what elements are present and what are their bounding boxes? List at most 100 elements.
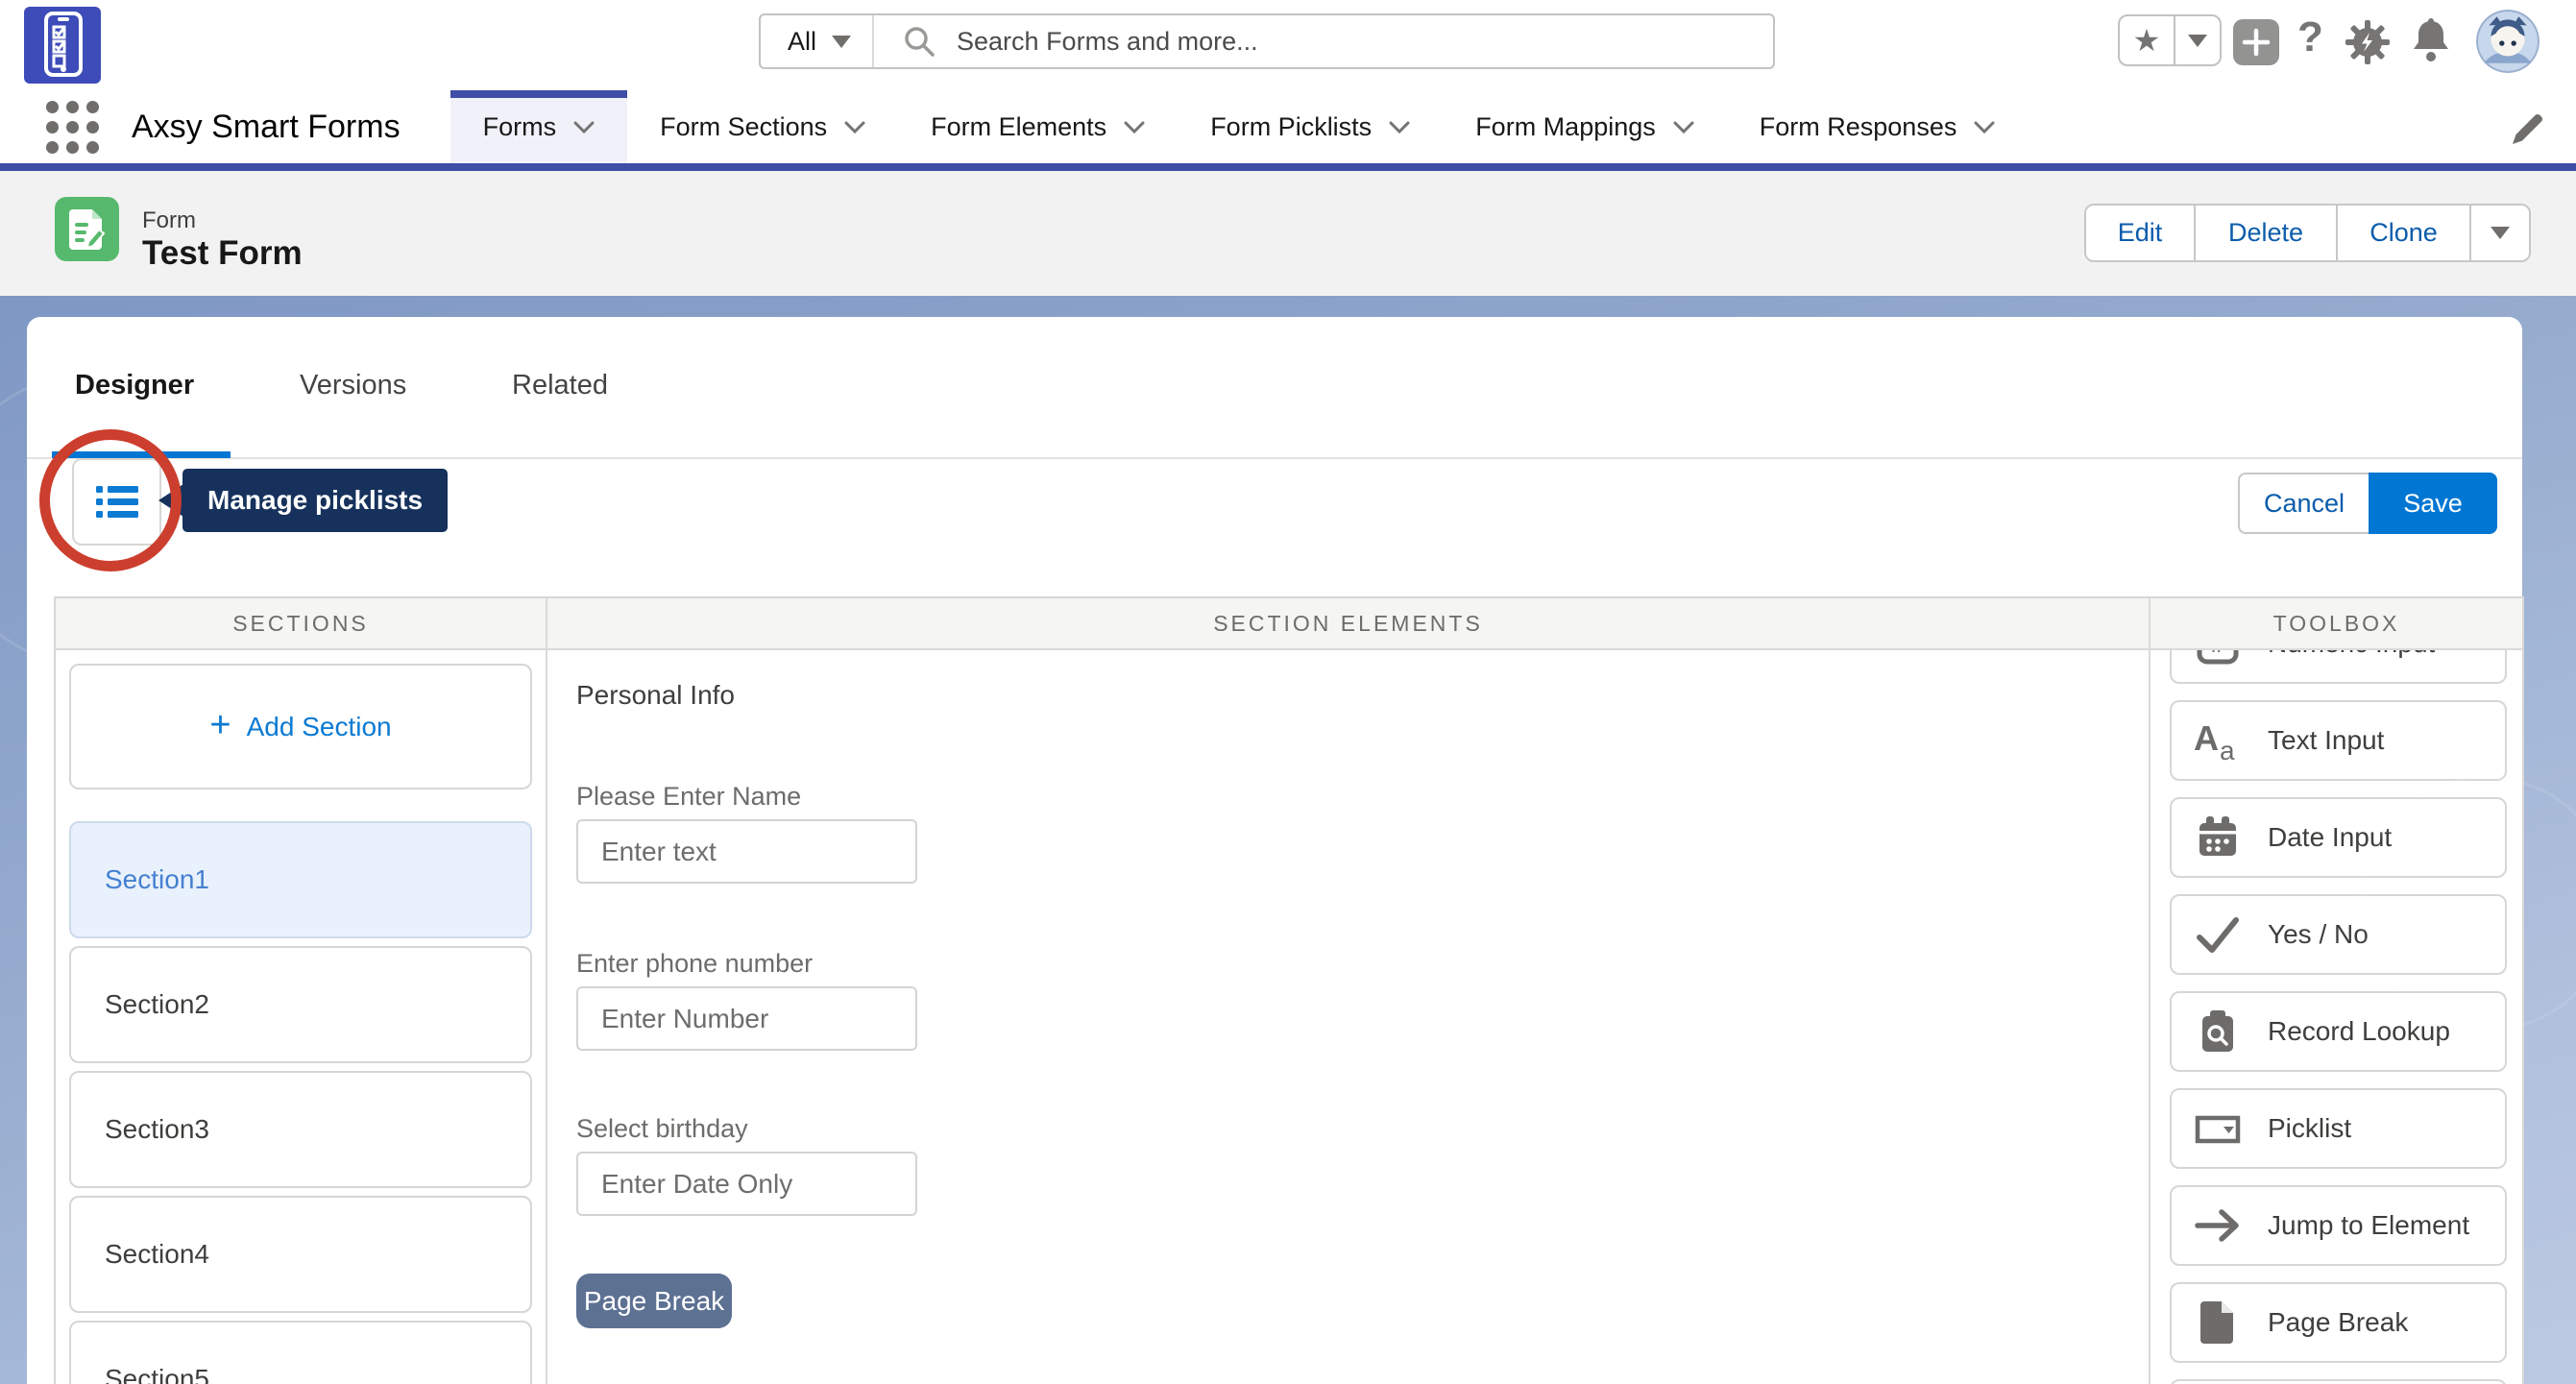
search-input[interactable] xyxy=(955,25,1773,58)
add-section-button[interactable]: + Add Section xyxy=(69,664,532,789)
toolbox-item-numeric-input[interactable]: # Numeric Input xyxy=(2170,650,2507,684)
toolbox-panel: # Numeric Input Aa Text Input xyxy=(2151,650,2522,1384)
toolbox-item-label: Text Input xyxy=(2268,725,2385,755)
chevron-down-icon[interactable] xyxy=(1389,121,1410,134)
nav-tab-label: Form Picklists xyxy=(1210,111,1373,141)
search-scope-dropdown[interactable]: All xyxy=(761,15,875,67)
app-name: Axsy Smart Forms xyxy=(132,108,401,145)
nav-tab-label: Form Elements xyxy=(931,111,1107,141)
save-button[interactable]: Save xyxy=(2369,473,2497,534)
toolbox-item-label: Jump to Element xyxy=(2268,1210,2470,1240)
scope-caret-icon xyxy=(832,35,852,48)
more-actions-caret-icon[interactable] xyxy=(2471,206,2529,260)
nav-tab-label: Forms xyxy=(482,111,557,141)
toolbox-item-picklist[interactable]: Picklist xyxy=(2170,1088,2507,1169)
toolbox-item-record-lookup[interactable]: Record Lookup xyxy=(2170,991,2507,1072)
toolbox-item-yes-no[interactable]: Yes / No xyxy=(2170,894,2507,975)
favorites-caret-icon[interactable] xyxy=(2175,16,2220,64)
chevron-down-icon[interactable] xyxy=(1974,121,1995,134)
toolbox-item-label: Record Lookup xyxy=(2268,1016,2450,1046)
section-item-2[interactable]: Section2 xyxy=(69,946,532,1063)
detail-tabstrip: Designer Versions Related xyxy=(27,317,2522,459)
sections-header: SECTIONS xyxy=(56,598,547,650)
record-lookup-icon xyxy=(2193,1007,2243,1056)
phone-number-input[interactable] xyxy=(576,986,917,1051)
add-section-label: Add Section xyxy=(246,711,392,741)
user-avatar[interactable] xyxy=(2476,10,2540,73)
nav-tab-form-picklists[interactable]: Form Picklists xyxy=(1178,90,1443,163)
nav-tab-forms[interactable]: Forms xyxy=(450,90,628,163)
section-elements-header: SECTION ELEMENTS xyxy=(547,598,2151,650)
numeric-input-icon: # xyxy=(2193,650,2243,668)
edit-nav-pencil-icon[interactable] xyxy=(2509,109,2547,148)
chevron-down-icon[interactable] xyxy=(573,121,595,134)
section-item-5[interactable]: Section5 xyxy=(69,1321,532,1384)
toolbox-item-page-break[interactable]: Page Break xyxy=(2170,1282,2507,1363)
section-title: Personal Info xyxy=(576,680,735,710)
nav-tab-form-responses[interactable]: Form Responses xyxy=(1727,90,2029,163)
page-background: Designer Versions Related Manage picklis… xyxy=(0,296,2576,1384)
record-header: Form Test Form Edit Delete Clone xyxy=(0,171,2576,296)
toolbox-item-partial[interactable] xyxy=(2170,1379,2507,1384)
screen: All ★ ? xyxy=(0,0,2576,1384)
section-item-4[interactable]: Section4 xyxy=(69,1196,532,1313)
cancel-button[interactable]: Cancel xyxy=(2238,473,2369,534)
manage-picklists-button[interactable] xyxy=(72,458,161,546)
toolbox-header: TOOLBOX xyxy=(2151,598,2522,650)
chevron-down-icon[interactable] xyxy=(1124,121,1145,134)
chevron-down-icon[interactable] xyxy=(844,121,865,134)
checkmark-icon xyxy=(2193,910,2243,959)
tab-designer[interactable]: Designer xyxy=(75,370,194,401)
favorites-group: ★ xyxy=(2118,14,2222,66)
edit-button[interactable]: Edit xyxy=(2086,206,2196,260)
toolbox-item-label: Picklist xyxy=(2268,1113,2352,1143)
toolbox-item-date-input[interactable]: Date Input xyxy=(2170,797,2507,878)
nav-tab-form-sections[interactable]: Form Sections xyxy=(627,90,898,163)
record-title: Test Form xyxy=(142,234,303,272)
nav-tab-label: Form Responses xyxy=(1759,111,1957,141)
svg-text:a: a xyxy=(2220,736,2235,764)
nav-tab-label: Form Mappings xyxy=(1475,111,1656,141)
help-icon[interactable]: ? xyxy=(2297,13,2323,61)
form-record-icon xyxy=(55,197,119,261)
app-nav-bar: Axsy Smart Forms Forms Form Sections For… xyxy=(0,90,2576,171)
search-scope-label: All xyxy=(788,26,817,56)
toolbox-item-label: Numeric Input xyxy=(2268,650,2435,659)
field-label: Please Enter Name xyxy=(576,782,802,811)
toolbox-item-label: Date Input xyxy=(2268,822,2393,852)
clone-button[interactable]: Clone xyxy=(2338,206,2471,260)
toolbox-item-label: Page Break xyxy=(2268,1307,2409,1337)
birthday-date-input[interactable] xyxy=(576,1152,917,1216)
nav-tab-form-elements[interactable]: Form Elements xyxy=(898,90,1178,163)
page-icon xyxy=(2193,1298,2243,1348)
svg-text:A: A xyxy=(2194,718,2219,758)
record-actions: Edit Delete Clone xyxy=(2084,204,2531,262)
section-elements-panel: Personal Info Please Enter Name Enter ph… xyxy=(547,650,2151,1384)
page-break-chip[interactable]: Page Break xyxy=(576,1274,732,1328)
name-text-input[interactable] xyxy=(576,819,917,884)
designer-table: SECTIONS SECTION ELEMENTS TOOLBOX + Add … xyxy=(54,596,2524,1384)
section-item-3[interactable]: Section3 xyxy=(69,1071,532,1188)
global-add-button[interactable] xyxy=(2233,19,2279,65)
active-tab-underline xyxy=(52,451,231,458)
record-entity-label: Form xyxy=(142,207,196,233)
nav-tab-label: Form Sections xyxy=(660,111,828,141)
tab-versions[interactable]: Versions xyxy=(300,370,406,401)
favorites-star-icon[interactable]: ★ xyxy=(2120,16,2175,64)
global-header: All ★ ? xyxy=(0,0,2576,90)
delete-button[interactable]: Delete xyxy=(2196,206,2338,260)
record-detail-card: Designer Versions Related Manage picklis… xyxy=(27,317,2524,1384)
date-input-icon xyxy=(2193,813,2243,862)
app-launcher-icon[interactable] xyxy=(46,100,99,154)
setup-gear-icon[interactable] xyxy=(2345,19,2391,65)
sections-panel: + Add Section Section1 Section2 Section3… xyxy=(56,650,547,1384)
toolbox-item-jump-to-element[interactable]: Jump to Element xyxy=(2170,1185,2507,1266)
toolbox-item-text-input[interactable]: Aa Text Input xyxy=(2170,700,2507,781)
section-item-1[interactable]: Section1 xyxy=(69,821,532,938)
chevron-down-icon[interactable] xyxy=(1673,121,1694,134)
nav-tab-form-mappings[interactable]: Form Mappings xyxy=(1443,90,1727,163)
notifications-bell-icon[interactable] xyxy=(2409,17,2453,65)
tab-related[interactable]: Related xyxy=(512,370,608,401)
manage-picklists-tooltip: Manage picklists xyxy=(182,469,449,532)
picklist-icon xyxy=(2193,1104,2243,1153)
